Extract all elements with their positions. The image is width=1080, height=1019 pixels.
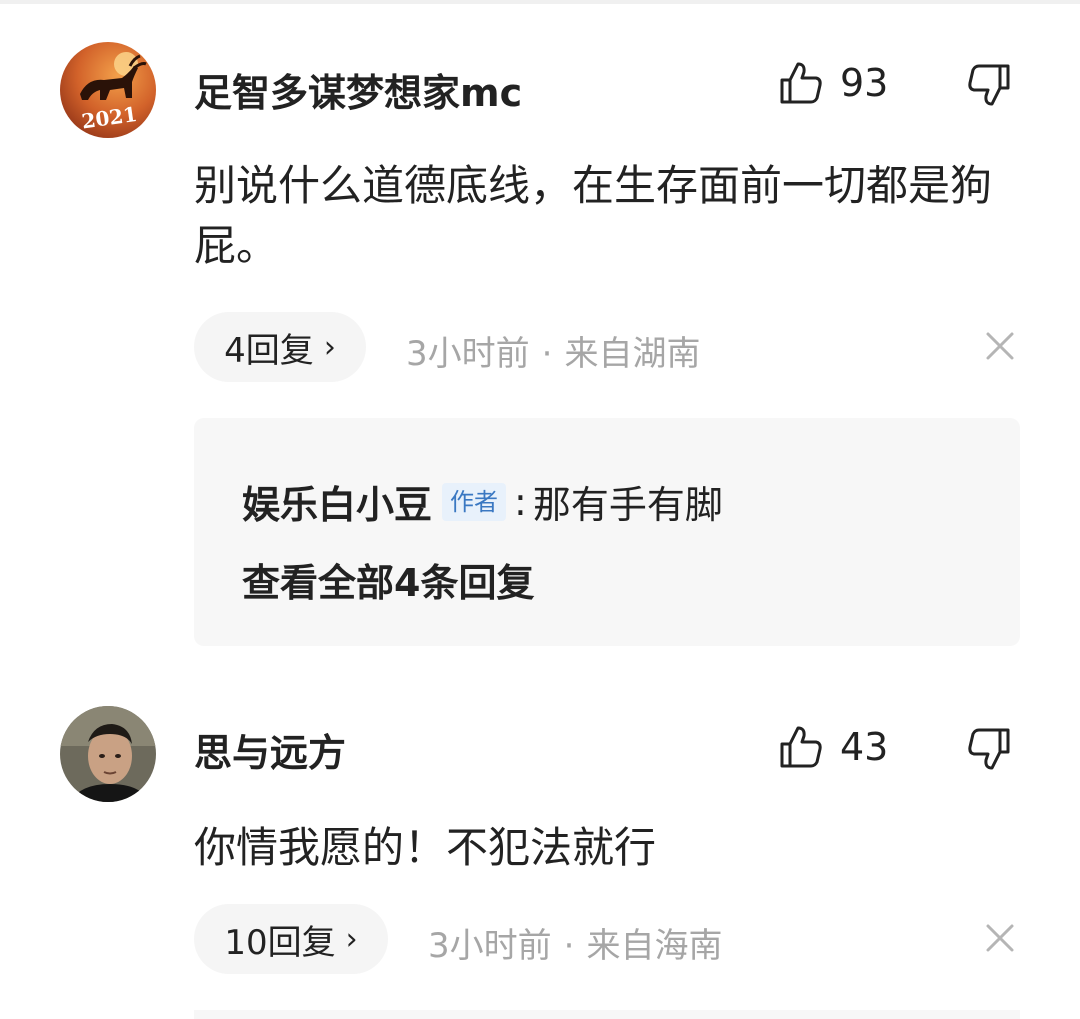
reply-preview-box[interactable]: 娱乐白小豆 作者 : 那有手有脚 查看全部4条回复 [194, 418, 1020, 646]
timestamp: 3小时前 [428, 926, 552, 966]
separator-dot: · [563, 926, 575, 966]
location: 来自海南 [586, 926, 723, 966]
close-icon[interactable] [984, 922, 1016, 954]
thumbs-down-icon [968, 64, 1010, 106]
dislike-button[interactable] [966, 62, 1016, 112]
separator-dot: · [541, 334, 553, 374]
reply-count-button[interactable]: 10回复 › [194, 904, 388, 974]
comment-item: 思与远方 43 你情我愿的！不犯法就行 10回复 › 3小时前 · 来自海南 [0, 690, 1080, 1019]
reply-text: 那有手有脚 [532, 483, 723, 527]
reply-colon: : [514, 479, 527, 524]
author-badge: 作者 [442, 482, 507, 521]
comment-meta: 3小时前 · 来自海南 [428, 918, 722, 967]
avatar[interactable]: 2021 [60, 42, 156, 138]
reply-count-button[interactable]: 4回复 › [194, 312, 366, 382]
username[interactable]: 思与远方 [194, 722, 346, 777]
like-count: 43 [840, 725, 889, 769]
reply-count-label: 10回复 [224, 922, 336, 963]
timestamp: 3小时前 [406, 334, 530, 374]
comment-item: 2021 足智多谋梦想家mc 93 别说什么道德底线，在生存面前一切都是狗屁。 … [0, 0, 1080, 650]
like-count: 93 [840, 61, 889, 105]
location: 来自湖南 [564, 334, 701, 374]
thumbs-up-icon [780, 62, 822, 104]
reply-author[interactable]: 娱乐白小豆 [242, 474, 432, 529]
comment-text: 别说什么道德底线，在生存面前一切都是狗屁。 [194, 161, 993, 270]
avatar[interactable] [60, 706, 156, 802]
chevron-right-icon: › [323, 329, 336, 365]
reply-preview-box-partial [194, 1010, 1020, 1019]
chevron-right-icon: › [345, 921, 358, 957]
reply-count-label: 4回复 [224, 330, 314, 371]
close-icon[interactable] [984, 330, 1016, 362]
comment-meta: 3小时前 · 来自湖南 [406, 326, 700, 375]
username[interactable]: 足智多谋梦想家mc [194, 62, 522, 117]
like-button[interactable]: 93 [778, 58, 888, 108]
like-button[interactable]: 43 [778, 722, 888, 772]
thumbs-down-icon [968, 728, 1010, 770]
view-all-replies-link[interactable]: 查看全部4条回复 [242, 552, 534, 607]
comment-text: 你情我愿的！不犯法就行 [194, 823, 657, 872]
dislike-button[interactable] [966, 726, 1016, 776]
thumbs-up-icon [780, 726, 822, 768]
reply-preview: 娱乐白小豆 作者 : 那有手有脚 [242, 474, 723, 529]
